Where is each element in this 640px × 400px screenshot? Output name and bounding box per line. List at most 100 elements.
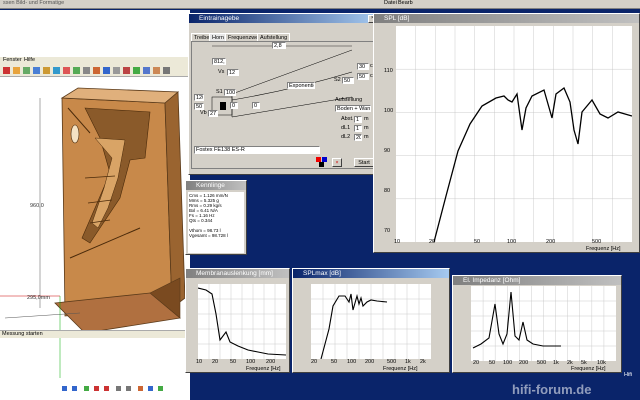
d1-label: dL1 xyxy=(341,125,351,131)
splmax-titlebar[interactable]: SPLmax [dB] xyxy=(293,269,449,278)
placement-select[interactable]: Boden + Wand xyxy=(335,105,371,112)
pushpull-tool-icon xyxy=(73,67,80,74)
splmax-xtick: 50 xyxy=(331,359,338,365)
d1-field[interactable]: 1 xyxy=(354,125,362,132)
spl-chart xyxy=(396,26,633,243)
fit-icon xyxy=(84,386,89,391)
sketch-window: Fenster Hilfe 960,0 295,0mm Messung star… xyxy=(0,10,190,400)
rotate-left-icon xyxy=(94,386,99,391)
spl-window: SPL [dB] 110 100 90 80 70 10 20 50 100 2… xyxy=(373,13,640,253)
spl-xtick-10: 10 xyxy=(394,239,401,245)
flare-select[interactable]: Exponentiell xyxy=(287,82,315,89)
bottom-a-field[interactable]: 0 xyxy=(230,102,238,109)
splmax-xtick: 200 xyxy=(365,359,375,365)
impedance-title: El. Impedanz [Ohm] xyxy=(463,277,521,284)
top-menu-strip: ssen Bild- und Formatige Datei Bearb xyxy=(0,0,640,9)
next-icon xyxy=(72,386,77,391)
move-tool-icon xyxy=(83,67,90,74)
spl-xtick-200: 200 xyxy=(546,239,556,245)
vb-field[interactable]: 27 xyxy=(208,110,218,117)
impedance-window: El. Impedanz [Ohm] 20 50 100 200 500 1k … xyxy=(452,275,622,373)
cancel-icon-button[interactable]: × xyxy=(332,158,342,167)
splmax-xtick: 500 xyxy=(387,359,397,365)
rotate-tool-icon xyxy=(93,67,100,74)
info-window: Kennlinge Cms = 1.126 mm/N Mms = 5.325 g… xyxy=(185,180,247,255)
top-field[interactable]: 30 xyxy=(357,63,369,70)
splmax-curve xyxy=(320,293,388,360)
bottom-b-field[interactable]: 0 xyxy=(252,102,260,109)
splmax-xtick: 1k xyxy=(405,359,411,365)
zoom-tool-icon xyxy=(143,67,150,74)
s2-unit-field[interactable]: 50 xyxy=(357,73,369,80)
rect-tool-icon xyxy=(43,67,50,74)
viewer-toolbar[interactable] xyxy=(60,384,170,393)
camera-tool-icon xyxy=(163,67,170,74)
excursion-plot xyxy=(197,284,287,359)
info-line: Vgesamt = 98.728 l xyxy=(189,233,228,238)
eraser-tool-icon xyxy=(13,67,20,74)
dimension-dialog: Eintrainagebe × Treiber Horn Frequenzwei… xyxy=(188,13,380,175)
vs-label: Vs xyxy=(218,69,225,75)
status-text: Messung starten xyxy=(2,331,43,337)
dialog-icon-bar xyxy=(191,24,377,32)
vs-field[interactable]: 12 xyxy=(227,69,239,76)
horn-length-field[interactable]: 2,8 xyxy=(272,42,286,49)
menu-hilfe[interactable]: Hilfe xyxy=(24,57,35,63)
spl-ytick-80: 80 xyxy=(384,188,391,194)
splmax-xtick: 20 xyxy=(311,359,318,365)
sketch-menubar: Fenster Hilfe xyxy=(0,57,190,65)
spl-xtick-50: 50 xyxy=(474,239,481,245)
excursion-xtick: 10 xyxy=(196,359,203,365)
driver-name-field[interactable]: Fostex FE138 ES-R xyxy=(194,146,320,154)
dialog-title: Eintrainagebe xyxy=(199,15,240,22)
zoom-extents-icon xyxy=(153,67,160,74)
left-a-field[interactable]: 120 xyxy=(194,94,204,101)
info-titlebar[interactable]: Kennlinge xyxy=(186,181,246,190)
spl-ytick-90: 90 xyxy=(384,148,391,154)
excursion-xlabel: Frequenz [Hz] xyxy=(246,366,281,372)
impedance-xtick: 1k xyxy=(553,360,559,366)
impedance-xtick: 500 xyxy=(537,360,547,366)
menu-edit[interactable]: Bearb xyxy=(398,0,413,6)
app-title: ssen Bild- und Formatige xyxy=(3,0,65,6)
excursion-xtick: 200 xyxy=(266,359,276,365)
offset-tool-icon xyxy=(103,67,110,74)
impedance-xtick: 200 xyxy=(519,360,529,366)
splmax-xtick: 2k xyxy=(420,359,426,365)
spl-ytick-100: 100 xyxy=(384,108,394,114)
rear-chamber-field[interactable]: 812,8 xyxy=(212,58,226,65)
menu-file[interactable]: Datei xyxy=(384,0,397,6)
dimension-height: 960,0 xyxy=(30,203,44,209)
spl-plot xyxy=(396,26,633,243)
s2-field[interactable]: 50 xyxy=(342,77,354,84)
line-tool-icon xyxy=(33,67,40,74)
circle-tool-icon xyxy=(53,67,60,74)
spl-titlebar[interactable]: SPL [dB] xyxy=(374,14,639,23)
left-b-field[interactable]: 50 xyxy=(194,103,204,110)
d2-label: dL2 xyxy=(341,134,351,140)
excursion-xtick: 20 xyxy=(212,359,219,365)
spl-xtick-20: 20 xyxy=(429,239,436,245)
excursion-titlebar[interactable]: Membranauslenkung [mm] xyxy=(186,269,289,278)
spl-xtick-500: 500 xyxy=(592,239,602,245)
start-button[interactable]: Start xyxy=(354,158,374,167)
splmax-window: SPLmax [dB] 20 50 100 200 500 1k 2k Freq… xyxy=(292,268,450,373)
excursion-xtick: 100 xyxy=(246,359,256,365)
impedance-curve xyxy=(472,291,561,349)
s2-label: S2 xyxy=(334,77,341,83)
zoom-out-icon xyxy=(126,386,131,391)
dialog-titlebar[interactable]: Eintrainagebe × xyxy=(189,14,379,23)
taskbar-label[interactable]: Hifi xyxy=(624,372,632,378)
menu-fenster[interactable]: Fenster xyxy=(3,57,22,63)
impedance-titlebar[interactable]: El. Impedanz [Ohm] xyxy=(453,276,621,285)
color-black-swatch[interactable] xyxy=(319,162,324,167)
d2-field[interactable]: 20 xyxy=(354,134,362,141)
s1-field[interactable]: 100 xyxy=(224,89,236,96)
dist-field[interactable]: 1 xyxy=(354,116,362,123)
impedance-xlabel: Frequenz [Hz] xyxy=(571,366,606,372)
impedance-xtick: 50 xyxy=(489,360,496,366)
placement-label: Aufstellung xyxy=(335,97,363,103)
spl-ytick-110: 110 xyxy=(384,68,393,74)
splmax-chart xyxy=(311,284,431,360)
toolbar-icons[interactable] xyxy=(0,65,190,77)
